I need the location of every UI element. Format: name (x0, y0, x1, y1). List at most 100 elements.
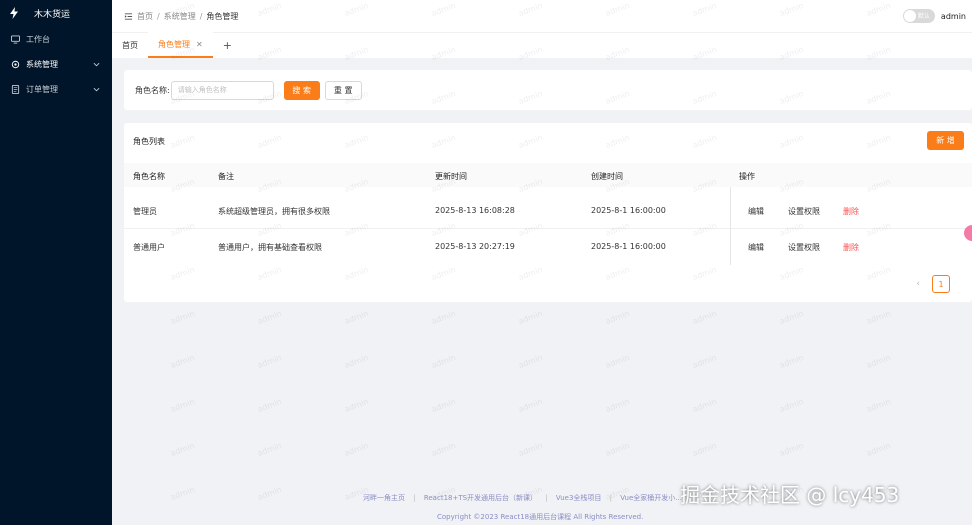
column-header: 操作 (739, 172, 755, 181)
breadcrumb-separator: / (157, 11, 160, 21)
breadcrumb-separator: / (199, 11, 203, 21)
table-row: 普通用户 普通用户，拥有基础查看权限 2025-8-13 20:27:19 20… (124, 228, 972, 265)
edit-button[interactable]: 编辑 (748, 242, 764, 253)
watermark-text: admin (169, 484, 196, 503)
watermark-text: admin (430, 396, 457, 415)
watermark-text: admin (691, 396, 718, 415)
top-header: 首页 / 系统管理 / 角色管理 默认 admin (112, 0, 972, 32)
watermark-text: admin (256, 396, 283, 415)
watermark-text: admin (343, 352, 370, 371)
cell-created: 2025-8-1 16:00:00 (591, 242, 666, 251)
tab-home[interactable]: 首页 (112, 32, 148, 58)
watermark-text: admin (604, 352, 631, 371)
watermark-text: admin (865, 440, 892, 459)
watermark-text: admin (256, 352, 283, 371)
watermark-text: admin (604, 396, 631, 415)
watermark-text: admin (778, 440, 805, 459)
footer-link[interactable]: 河畔一角主页 (363, 494, 405, 502)
settings-icon (11, 60, 20, 69)
page-number[interactable]: 1 (932, 275, 950, 293)
watermark-text: admin (691, 440, 718, 459)
sidebar-item-label: 订单管理 (26, 85, 58, 94)
watermark-text: admin (778, 396, 805, 415)
cell-created: 2025-8-1 16:00:00 (591, 206, 666, 215)
footer-separator: | (545, 494, 548, 502)
close-icon[interactable]: ✕ (196, 40, 203, 49)
role-name-input[interactable] (170, 80, 274, 100)
order-icon (11, 85, 20, 94)
column-header: 备注 (218, 172, 234, 181)
footer-separator: | (609, 494, 612, 502)
sidebar-item-workbench[interactable]: 工作台 (0, 27, 112, 52)
footer-link[interactable]: React18+TS开发通用后台（新课） (424, 494, 537, 502)
cell-updated: 2025-8-13 20:27:19 (435, 242, 515, 251)
app-logo[interactable]: 木木货运 (0, 0, 112, 26)
footer-link[interactable]: Vue3全栈项目 (556, 494, 602, 502)
table-title: 角色列表 (133, 137, 165, 146)
monitor-icon (11, 35, 20, 44)
breadcrumb-item-current: 角色管理 (206, 11, 239, 21)
watermark-text: admin (778, 352, 805, 371)
theme-toggle[interactable]: 默认 (902, 9, 935, 23)
toggle-label: 默认 (917, 13, 930, 20)
watermark-text: admin (169, 440, 196, 459)
watermark-text: admin (517, 440, 544, 459)
column-header: 创建时间 (591, 172, 623, 181)
username[interactable]: admin (941, 12, 966, 21)
watermark-text: admin (343, 396, 370, 415)
role-name-label: 角色名称: (135, 85, 170, 95)
pagination: ‹ 1 (916, 275, 950, 293)
watermark-text: admin (169, 396, 196, 415)
watermark-text: admin (430, 308, 457, 327)
breadcrumb: 首页 / 系统管理 / 角色管理 (137, 11, 238, 22)
watermark-text: admin (256, 484, 283, 503)
watermark-text: admin (691, 352, 718, 371)
header-right: 默认 admin (902, 9, 966, 23)
watermark-text: admin (778, 308, 805, 327)
delete-button[interactable]: 删除 (843, 242, 859, 253)
set-permission-button[interactable]: 设置权限 (788, 242, 820, 253)
watermark-text: admin (430, 440, 457, 459)
footer-separator: | (413, 494, 416, 502)
watermark-text: admin (343, 308, 370, 327)
column-header: 角色名称 (133, 172, 165, 181)
watermark-text: admin (169, 308, 196, 327)
footer-copyright: Copyright ©2023 React18通用后台课程 All Rights… (437, 513, 644, 521)
watermark-text: admin (865, 396, 892, 415)
cell-role-name: 管理员 (133, 207, 157, 216)
delete-button[interactable]: 删除 (843, 206, 859, 217)
app-title: 木木货运 (34, 9, 71, 20)
watermark-text: admin (169, 352, 196, 371)
add-tab-button[interactable]: + (213, 32, 242, 58)
sidebar-item-label: 系统管理 (26, 60, 58, 69)
watermark-text: admin (517, 308, 544, 327)
prev-page-button[interactable]: ‹ (916, 279, 920, 289)
watermark-text: admin (604, 440, 631, 459)
tab-label: 首页 (122, 40, 138, 50)
reset-button[interactable]: 重 置 (324, 80, 362, 100)
footer-link[interactable]: Vue全家桶开发小... (620, 494, 682, 502)
watermark-text: admin (517, 396, 544, 415)
sidebar-item-system[interactable]: 系统管理 (0, 52, 112, 77)
sidebar-item-orders[interactable]: 订单管理 (0, 77, 112, 102)
table-row: 管理员 系统超级管理员，拥有很多权限 2025-8-13 16:08:28 20… (124, 192, 972, 229)
tab-role-management[interactable]: 角色管理 ✕ (148, 32, 213, 58)
cell-remark: 普通用户，拥有基础查看权限 (218, 243, 322, 252)
menu-fold-icon[interactable] (124, 12, 133, 21)
search-button[interactable]: 搜 索 (283, 80, 320, 100)
set-permission-button[interactable]: 设置权限 (788, 206, 820, 217)
breadcrumb-item-system[interactable]: 系统管理 (164, 11, 196, 22)
tab-bar: 首页 角色管理 ✕ + (112, 32, 972, 58)
edit-button[interactable]: 编辑 (748, 206, 764, 217)
role-table-card: 角色列表 新 增 角色名称 备注 更新时间 创建时间 操作 管理员 系统超级管理… (124, 123, 972, 302)
add-role-button[interactable]: 新 增 (927, 131, 964, 150)
chevron-down-icon (93, 62, 100, 67)
breadcrumb-item-home[interactable]: 首页 (137, 11, 153, 22)
watermark-text: admin (430, 352, 457, 371)
column-header: 更新时间 (435, 172, 467, 181)
overlay-watermark: 掘金技术社区 @ lcy453 (680, 483, 900, 507)
watermark-text: admin (865, 308, 892, 327)
watermark-text: admin (865, 352, 892, 371)
tab-label: 角色管理 (158, 39, 190, 49)
cell-updated: 2025-8-13 16:08:28 (435, 206, 515, 215)
